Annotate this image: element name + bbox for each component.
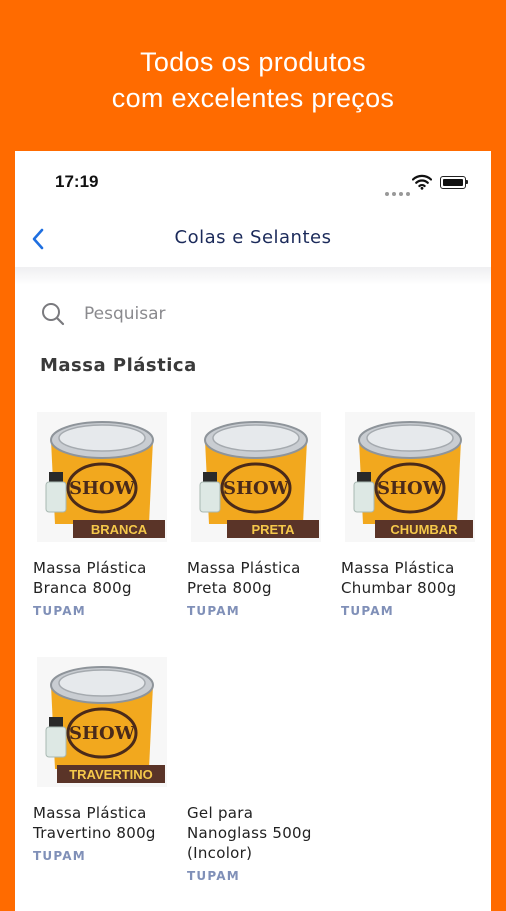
product-name-line: Massa Plástica: [33, 804, 147, 822]
product-image: SHOW PRETA: [191, 412, 321, 542]
svg-text:SHOW: SHOW: [223, 478, 290, 499]
product-image: SHOW CHUMBAR: [345, 412, 475, 542]
product-brand: TUPAM: [341, 604, 394, 618]
product-name-line: Massa Plástica: [187, 559, 301, 577]
product-name: Massa Plástica Branca 800g: [33, 558, 173, 598]
product-name: Massa Plástica Travertino 800g: [33, 803, 173, 843]
product-image: SHOW TRAVERTINO: [37, 657, 167, 787]
search-icon: [42, 303, 65, 326]
product-brand: TUPAM: [187, 869, 240, 883]
product-tag: TRAVERTINO: [69, 767, 153, 782]
product-name-line: Massa Plástica: [33, 559, 147, 577]
product-name-line: Chumbar 800g: [341, 579, 457, 597]
promo-line-1: Todos os produtos: [140, 47, 366, 77]
product-name-line: Nanoglass 500g: [187, 824, 312, 842]
product-name: Massa Plástica Chumbar 800g: [341, 558, 481, 598]
product-name-line: Branca 800g: [33, 579, 132, 597]
product-brand: TUPAM: [187, 604, 240, 618]
search-bar[interactable]: [40, 297, 470, 333]
promo-headline: Todos os produtos com excelentes preços: [0, 44, 506, 116]
promo-line-2: com excelentes preços: [111, 83, 395, 113]
phone-screen: 17:19 Colas e Selantes Massa Plástica: [15, 151, 491, 911]
nav-divider: [15, 267, 491, 285]
svg-text:SHOW: SHOW: [377, 478, 444, 499]
search-input[interactable]: [82, 299, 446, 329]
battery-icon: [440, 176, 466, 189]
wifi-icon: [412, 174, 432, 190]
status-time: 17:19: [55, 172, 99, 191]
product-tag: BRANCA: [91, 522, 148, 537]
battery-cap: [466, 180, 468, 184]
product-brand: TUPAM: [33, 849, 86, 863]
section-title: Massa Plástica: [40, 355, 197, 376]
product-name: Gel para Nanoglass 500g (Incolor): [187, 803, 327, 863]
product-tag: CHUMBAR: [390, 522, 458, 537]
product-name-line: Preta 800g: [187, 579, 272, 597]
product-name-line: Massa Plástica: [341, 559, 455, 577]
signal-dots-icon: [385, 181, 413, 200]
product-name-line: Gel para: [187, 804, 254, 822]
status-bar: 17:19: [15, 151, 491, 211]
product-name-line: Travertino 800g: [33, 824, 156, 842]
svg-text:SHOW: SHOW: [69, 723, 136, 744]
page-title: Colas e Selantes: [174, 227, 332, 248]
nav-bar: Colas e Selantes: [15, 215, 491, 263]
product-image: SHOW BRANCA: [37, 412, 167, 542]
product-tag: PRETA: [251, 522, 295, 537]
product-brand: TUPAM: [33, 604, 86, 618]
product-name-line: (Incolor): [187, 844, 253, 862]
product-name: Massa Plástica Preta 800g: [187, 558, 327, 598]
svg-text:SHOW: SHOW: [69, 478, 136, 499]
